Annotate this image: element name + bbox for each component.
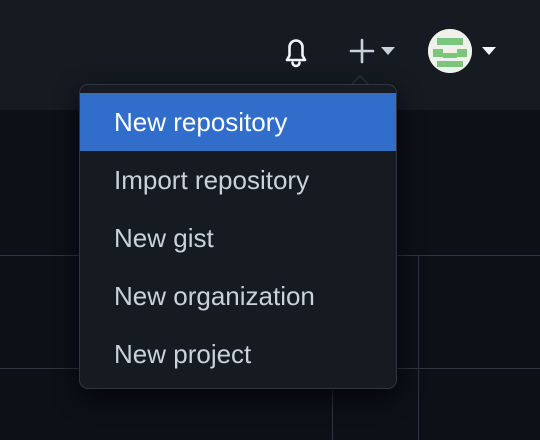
user-menu-button[interactable]: [424, 26, 500, 76]
menu-item-new-project[interactable]: New project: [80, 325, 396, 383]
plus-icon: [349, 38, 375, 64]
create-new-button[interactable]: [342, 32, 402, 70]
caret-down-icon: [482, 47, 496, 55]
avatar: [428, 29, 472, 73]
menu-item-new-repository[interactable]: New repository: [80, 93, 396, 151]
menu-item-import-repository[interactable]: Import repository: [80, 151, 396, 209]
bell-icon: [285, 39, 307, 68]
background-divider: [418, 255, 419, 440]
notifications-button[interactable]: [277, 32, 315, 70]
caret-down-icon: [381, 47, 395, 55]
create-new-dropdown-menu: New repository Import repository New gis…: [79, 84, 397, 389]
menu-item-new-organization[interactable]: New organization: [80, 267, 396, 325]
menu-item-new-gist[interactable]: New gist: [80, 209, 396, 267]
background-divider: [332, 390, 333, 440]
